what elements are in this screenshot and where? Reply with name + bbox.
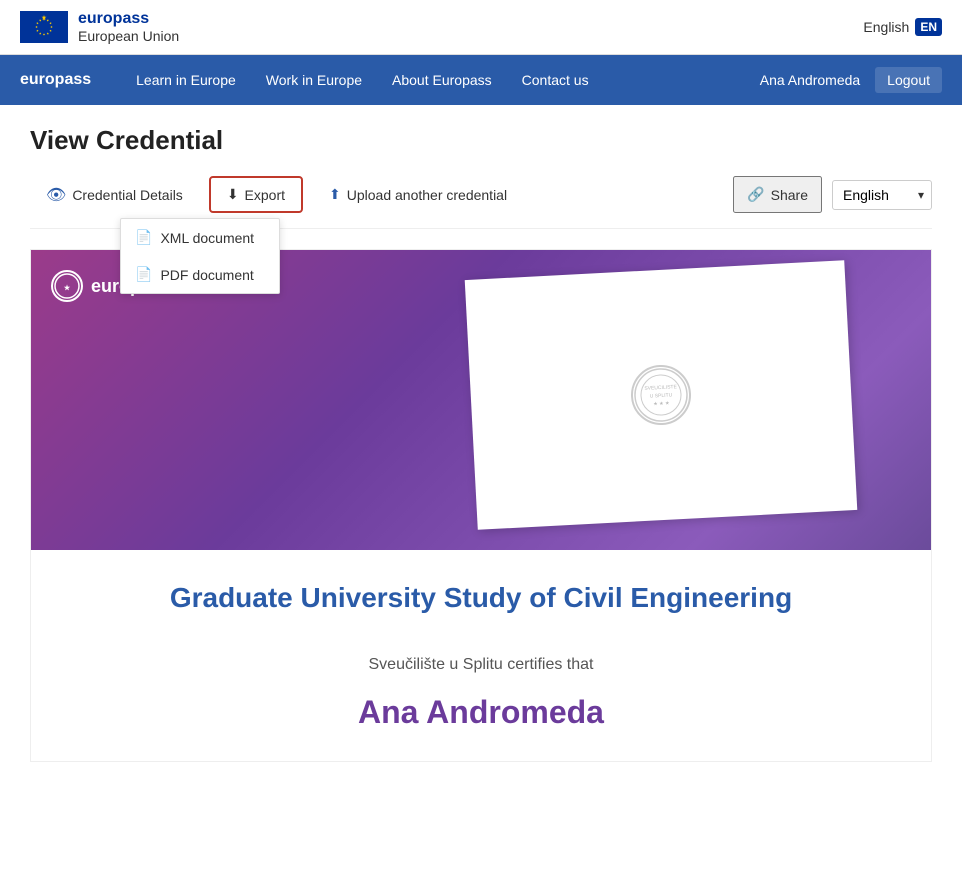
upload-icon: ⬆ (329, 186, 341, 203)
brand-europass: europass (78, 10, 179, 28)
university-stamp: SVEUCILISTE U SPLITU ★ ★ ★ (629, 363, 692, 426)
page-title: View Credential (30, 125, 932, 156)
download-icon: ⬇ (227, 186, 239, 203)
brand-eu: European Union (78, 28, 179, 44)
action-bar: 👁 Credential Details ⬇ Export 📄 XML docu… (30, 176, 932, 229)
credential-body: Graduate University Study of Civil Engin… (31, 550, 931, 761)
pdf-document-label: PDF document (160, 267, 253, 283)
nav-link-about[interactable]: About Europass (377, 55, 507, 105)
xml-document-label: XML document (160, 230, 254, 246)
logout-button[interactable]: Logout (875, 67, 942, 93)
nav-brand[interactable]: europass (20, 71, 91, 89)
language-area[interactable]: English EN (863, 18, 942, 36)
top-bar: europass European Union English EN (0, 0, 962, 55)
language-selector[interactable]: English Croatian French German Spanish (832, 180, 932, 210)
nav-right: Ana Andromeda Logout (760, 67, 942, 93)
nav-links: Learn in Europe Work in Europe About Eur… (121, 55, 760, 105)
eu-flag-icon (20, 11, 68, 43)
brand-text: europass European Union (78, 10, 179, 44)
credential-area: ★ europass SVEUCILISTE U SPLITU ★ ★ ★ (30, 249, 932, 762)
pdf-doc-icon: 📄 (135, 266, 152, 283)
credential-details-label: Credential Details (72, 187, 183, 203)
share-button[interactable]: 🔗 Share (733, 176, 822, 213)
nav-link-work[interactable]: Work in Europe (251, 55, 377, 105)
upload-label: Upload another credential (347, 187, 507, 203)
nav-link-contact[interactable]: Contact us (507, 55, 604, 105)
language-label: English (863, 19, 909, 35)
certifies-text: Sveučilište u Splitu certifies that (71, 656, 891, 674)
credential-header: ★ europass SVEUCILISTE U SPLITU ★ ★ ★ (31, 250, 931, 550)
credential-eu-circle-icon: ★ (51, 270, 83, 302)
language-selector-wrapper: English Croatian French German Spanish (832, 180, 932, 210)
nav-bar: europass Learn in Europe Work in Europe … (0, 55, 962, 105)
logo-area: europass European Union (20, 10, 179, 44)
export-button[interactable]: ⬇ Export (209, 176, 303, 213)
pdf-document-option[interactable]: 📄 PDF document (121, 256, 279, 293)
page-content: View Credential 👁 Credential Details ⬇ E… (0, 105, 962, 782)
credential-details-button[interactable]: 👁 Credential Details (30, 177, 199, 213)
credential-title: Graduate University Study of Civil Engin… (71, 580, 891, 616)
eye-icon: 👁 (46, 185, 66, 205)
language-badge: EN (915, 18, 942, 36)
upload-credential-button[interactable]: ⬆ Upload another credential (313, 178, 523, 211)
svg-text:U SPLITU: U SPLITU (650, 392, 673, 399)
credential-paper-card: SVEUCILISTE U SPLITU ★ ★ ★ (465, 260, 858, 530)
share-icon: 🔗 (747, 186, 764, 203)
svg-text:★: ★ (64, 284, 71, 292)
xml-document-option[interactable]: 📄 XML document (121, 219, 279, 256)
xml-doc-icon: 📄 (135, 229, 152, 246)
svg-text:★ ★ ★: ★ ★ ★ (653, 401, 670, 408)
svg-text:SVEUCILISTE: SVEUCILISTE (644, 384, 677, 392)
nav-link-learn[interactable]: Learn in Europe (121, 55, 251, 105)
nav-user: Ana Andromeda (760, 72, 860, 88)
export-label: Export (245, 187, 285, 203)
credential-recipient-name: Ana Andromeda (71, 694, 891, 731)
share-label: Share (771, 187, 808, 203)
export-dropdown: 📄 XML document 📄 PDF document (120, 218, 280, 294)
